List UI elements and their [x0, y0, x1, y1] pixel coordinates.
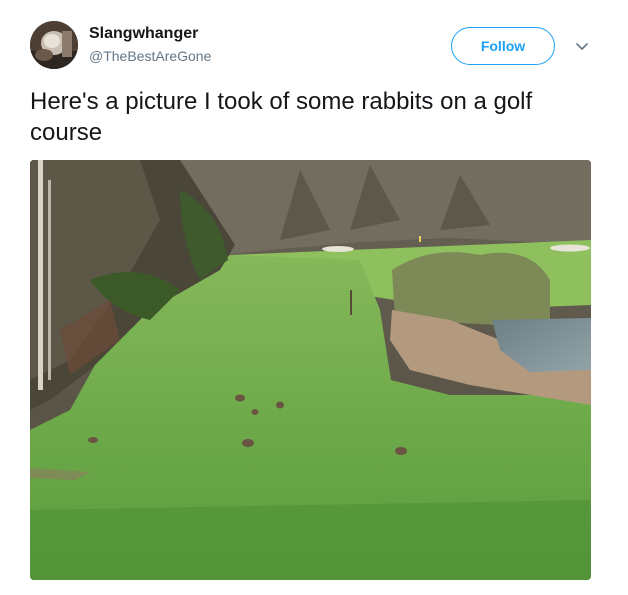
user-handle[interactable]: @TheBestAreGone	[89, 48, 211, 64]
follow-button[interactable]: Follow	[451, 27, 555, 65]
display-name[interactable]: Slangwhanger	[89, 25, 198, 43]
tweet-photo[interactable]	[30, 160, 591, 580]
tweet-card: Slangwhanger @TheBestAreGone Follow Here…	[0, 0, 628, 595]
chevron-down-icon[interactable]	[573, 38, 591, 56]
tweet-text: Here's a picture I took of some rabbits …	[30, 88, 533, 146]
avatar[interactable]	[30, 21, 78, 69]
